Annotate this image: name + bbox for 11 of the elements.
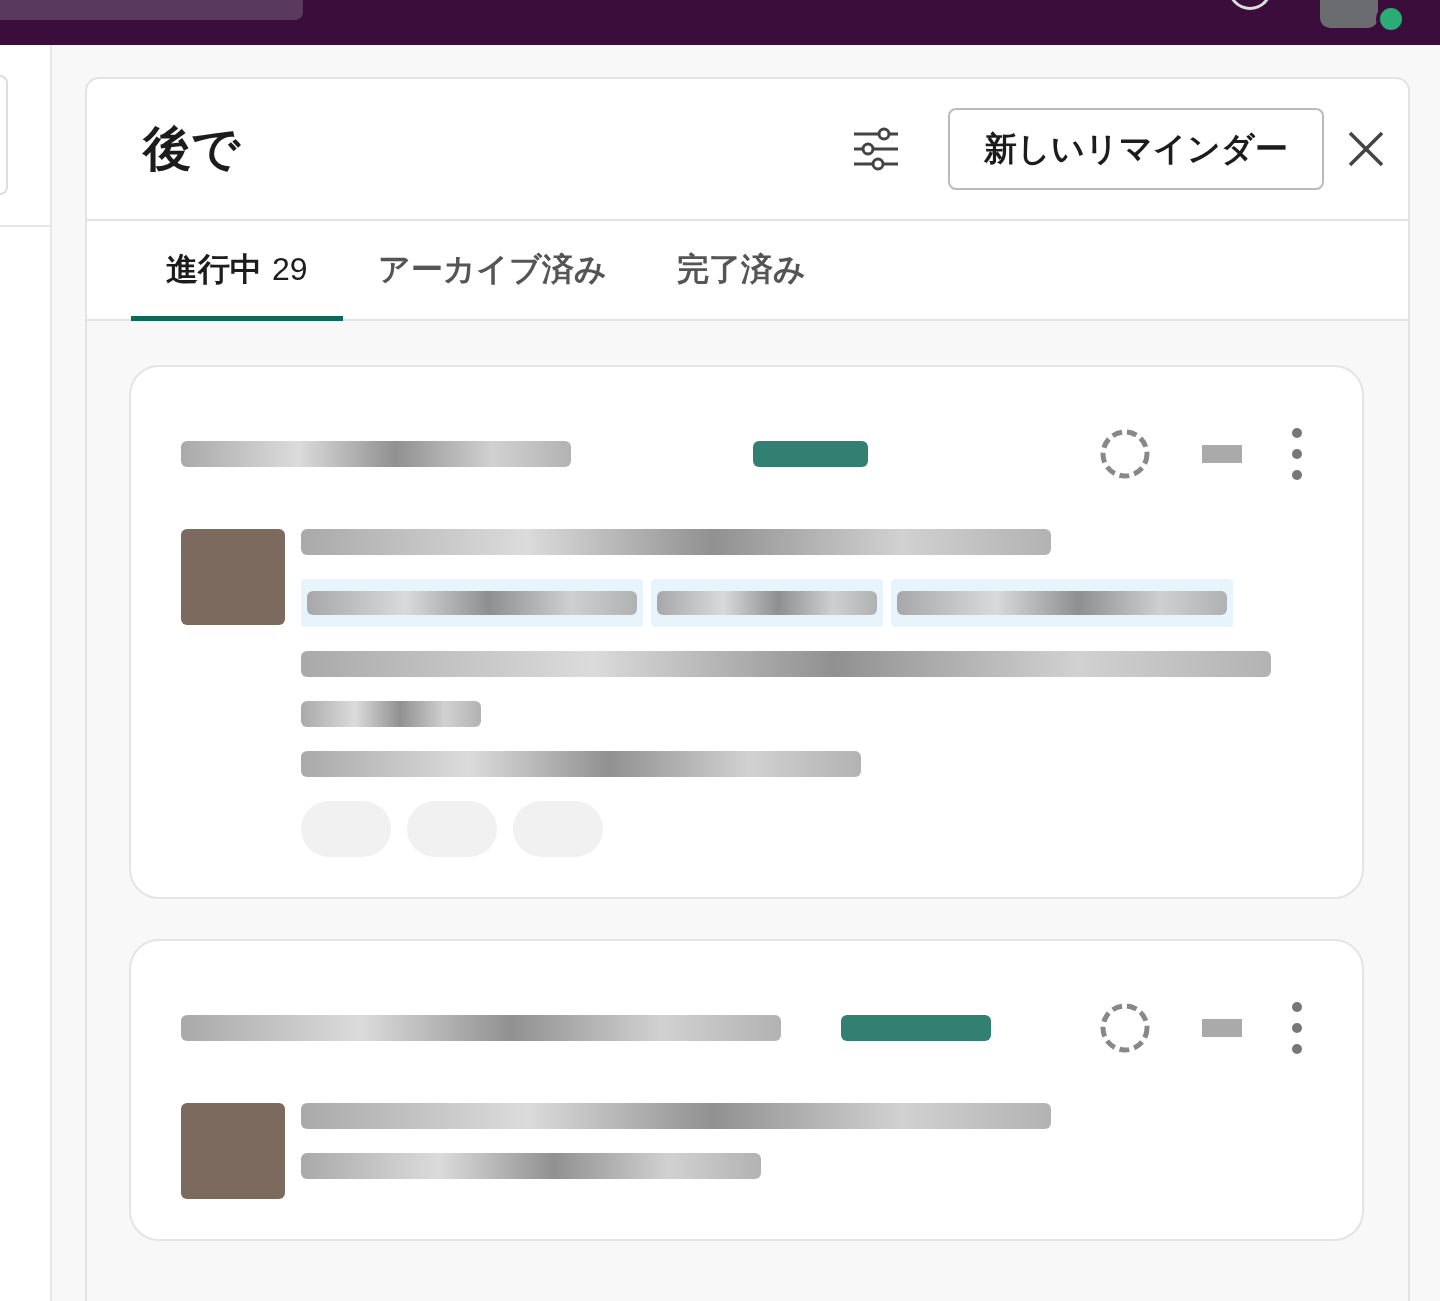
- tab[interactable]: 完了済み: [641, 221, 841, 321]
- more-icon[interactable]: [1292, 1002, 1302, 1054]
- more-icon[interactable]: [1292, 428, 1302, 480]
- new-reminder-button[interactable]: 新しいリマインダー: [948, 108, 1324, 190]
- reminder-card[interactable]: [129, 939, 1364, 1241]
- reminder-card[interactable]: [129, 365, 1364, 899]
- panel-title: 後で: [143, 121, 240, 178]
- close-icon[interactable]: [1348, 131, 1384, 167]
- filter-icon[interactable]: [852, 126, 900, 172]
- sidebar-field-edge[interactable]: [0, 75, 8, 195]
- tab[interactable]: アーカイブ済み: [342, 221, 642, 321]
